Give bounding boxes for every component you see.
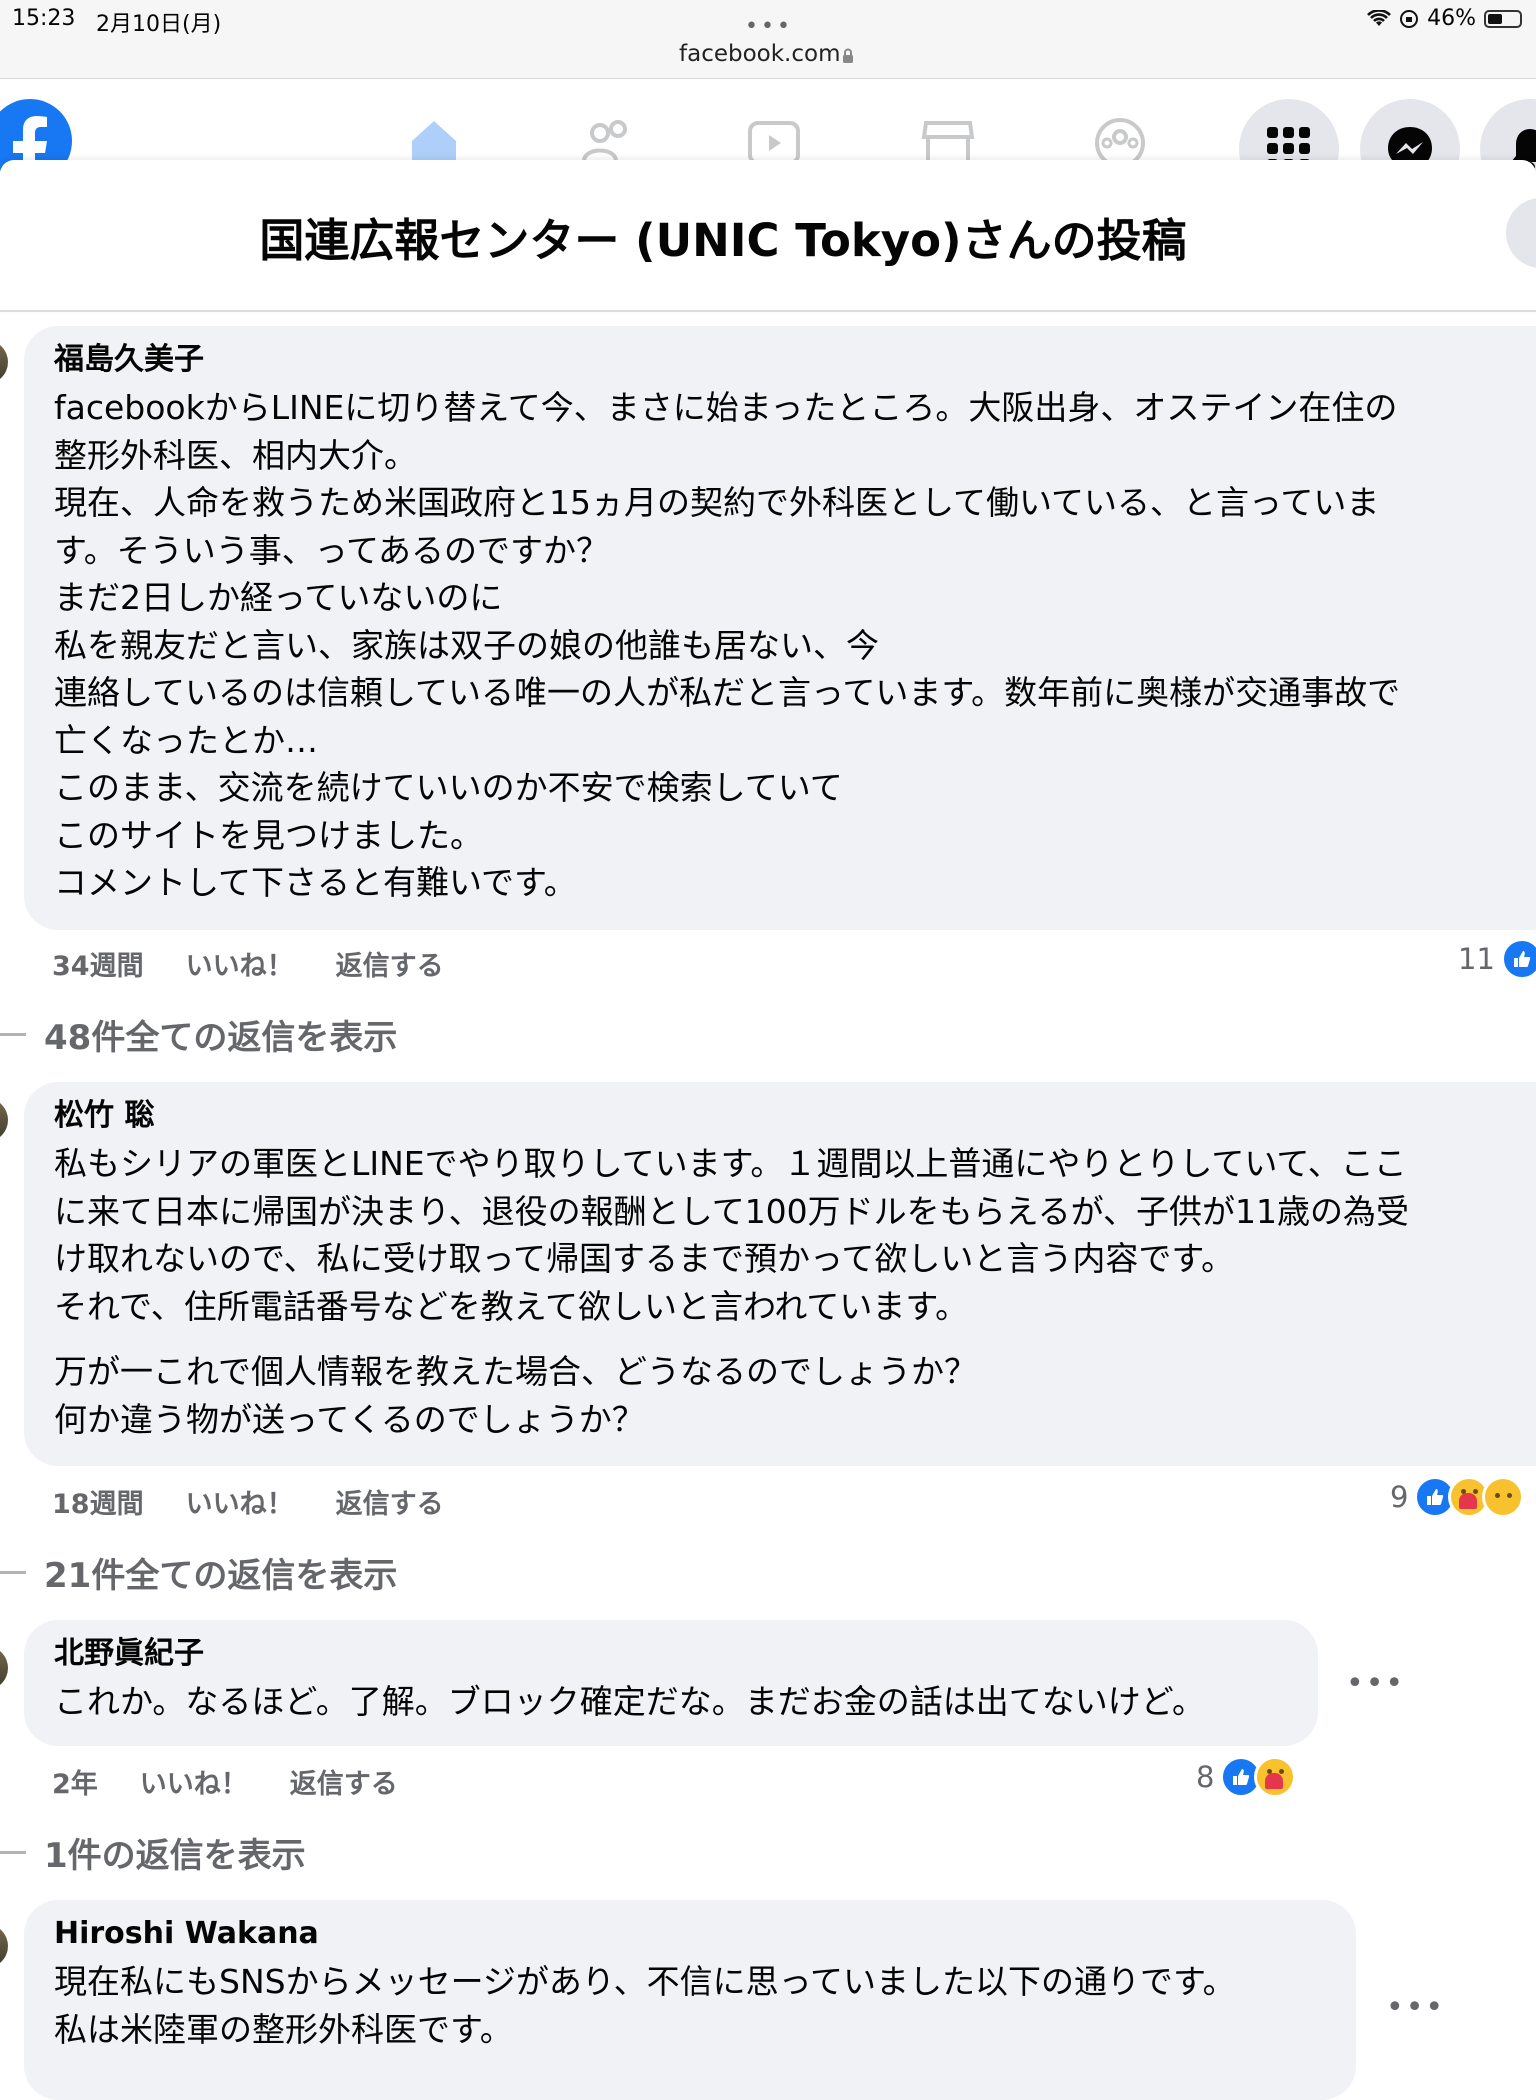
more-options-icon[interactable]: ••• [1386, 1990, 1445, 2025]
comment-text-line: このサイトを見つけました。 [54, 815, 483, 855]
avatar[interactable] [0, 1646, 8, 1690]
reaction-count: 11 [1458, 942, 1495, 976]
comment-author[interactable]: 北野眞紀子 [54, 1634, 1290, 1674]
reaction-count: 9 [1390, 1480, 1409, 1514]
comment-text: facebookからLINEに切り替えて今、まさに始まったところ。大阪出身、オス… [54, 384, 1536, 907]
url-text[interactable]: facebook.com [679, 41, 840, 67]
comment-text-line: それで、住所電話番号などを教えて欲しいと言われています。 [54, 1286, 969, 1326]
comment-text-line: け取れないので、私に受け取って帰国するまで預かって欲しいと言う内容です。 [54, 1239, 1235, 1278]
comment-text-line: 現在、人命を救うため米国政府と15ヵ月の契約で外科医として働いている、と言ってい… [54, 483, 1380, 522]
view-replies-label[interactable]: 48件全ての返信を表示 [44, 1010, 397, 1059]
avatar[interactable] [0, 340, 8, 384]
like-reaction-icon [1500, 938, 1536, 980]
reply-thread-line [0, 1571, 26, 1574]
comment-text-line: facebookからLINEに切り替えて今、まさに始まったところ。大阪出身、オス… [54, 388, 1398, 427]
comment-text: 現在私にもSNSからメッセージがあり、不信に思っていました以下の通りです。 私は米… [54, 1958, 1328, 2053]
comment-text-line: 何か違う物が送ってくるのでしょうか？ [54, 1399, 645, 1439]
status-bar: 15:23 2月10日(月) ••• 46% [0, 0, 1536, 40]
comment-bubble: 福島久美子 facebookからLINEに切り替えて今、まさに始まったところ。大… [24, 326, 1536, 930]
comment-text-line: 私は米陸軍の整形外科医です。 [54, 2009, 513, 2049]
view-replies-link[interactable]: 48件全ての返信を表示 [0, 1010, 397, 1059]
like-button[interactable]: いいね！ [186, 944, 294, 983]
comment-time[interactable]: 18週間 [52, 1482, 144, 1521]
comment-text-line: 連絡しているのは信頼している唯一の人が私だと言っています。数年前に奥様が交通事故… [54, 673, 1401, 712]
reaction-summary[interactable]: 8 [1196, 1756, 1297, 1798]
view-replies-label[interactable]: 21件全ての返信を表示 [44, 1548, 397, 1597]
post-modal-header: 国連広報センター (UNIC Tokyo)さんの投稿 [0, 160, 1536, 312]
comment-text-line: まだ2日しか経っていないのに [54, 578, 503, 617]
comment-text-line: 整形外科医、相内大介。 [54, 435, 417, 475]
address-bar[interactable]: facebook.com [0, 40, 1536, 79]
battery-icon [1484, 9, 1522, 28]
wifi-icon [1367, 9, 1392, 26]
comment-text-line: このまま、交流を続けていいのか不安で検索していて [54, 768, 843, 807]
reply-thread-line [0, 1851, 26, 1854]
comment-actions: 2年 いいね！ 返信する [52, 1762, 398, 1801]
comment-text-line: 亡くなったとか… [54, 720, 318, 760]
reaction-summary[interactable]: 9 [1390, 1476, 1525, 1518]
comment-text-line: に来て日本に帰国が決まり、退役の報酬として100万ドルをもらえるが、子供が11歳… [54, 1191, 1410, 1231]
comment-text-line: 現在私にもSNSからメッセージがあり、不信に思っていました以下の通りです。 [54, 1962, 1236, 2001]
status-time: 15:23 [12, 6, 76, 31]
comment-text-line: 万が一これで個人情報を教えた場合、どうなるのでしょうか？ [54, 1352, 978, 1391]
view-replies-link[interactable]: 1件の返信を表示 [0, 1828, 306, 1877]
avatar[interactable] [0, 1924, 8, 1968]
facebook-nav-bar [0, 79, 1536, 199]
like-button[interactable]: いいね！ [186, 1482, 294, 1521]
reply-button[interactable]: 返信する [336, 1482, 444, 1521]
like-button[interactable]: いいね！ [140, 1762, 248, 1801]
more-options-icon[interactable]: ••• [1346, 1666, 1405, 1701]
comment-author[interactable]: Hiroshi Wakana [54, 1914, 1328, 1954]
multitasking-dots-icon[interactable]: ••• [745, 14, 793, 39]
comment-actions: 34週間 いいね！ 返信する [52, 944, 444, 983]
comment-time[interactable]: 34週間 [52, 944, 144, 983]
reply-button[interactable]: 返信する [290, 1762, 398, 1801]
comment-bubble: 北野眞紀子 これか。なるほど。了解。ブロック確定だな。まだお金の話は出てないけど… [24, 1620, 1318, 1746]
comment-actions: 18週間 いいね！ 返信する [52, 1482, 444, 1521]
status-indicators: 46% [1367, 6, 1522, 31]
modal-title: 国連広報センター (UNIC Tokyo)さんの投稿 [259, 214, 1187, 267]
comment-text-line: コメントして下さると有難いです。 [54, 863, 577, 902]
care-reaction-icon [1254, 1756, 1297, 1798]
avatar[interactable] [0, 1098, 8, 1142]
status-date: 2月10日(月) [96, 12, 222, 37]
comment-text: これか。なるほど。了解。ブロック確定だな。まだお金の話は出てないけど。 [54, 1678, 1290, 1726]
reply-thread-line [0, 1033, 26, 1036]
comment-text-line: これか。なるほど。了解。ブロック確定だな。まだお金の話は出てないけど。 [54, 1682, 1206, 1721]
comment-text-line: す。そういう事、ってあるのですか？ [54, 530, 610, 570]
orientation-lock-icon [1400, 9, 1419, 28]
comment-text: 万が一これで個人情報を教えた場合、どうなるのでしょうか？ 何か違う物が送ってくるの… [54, 1348, 1536, 1443]
view-replies-label[interactable]: 1件の返信を表示 [44, 1828, 306, 1877]
comment-bubble: Hiroshi Wakana 現在私にもSNSからメッセージがあり、不信に思って… [24, 1900, 1356, 2100]
comment-author[interactable]: 福島久美子 [54, 340, 1536, 380]
comment-author[interactable]: 松竹 聡 [54, 1096, 1536, 1136]
comment-bubble: 松竹 聡 私もシリアの軍医とLINEでやり取りしています。１週間以上普通にやりと… [24, 1082, 1536, 1466]
reply-button[interactable]: 返信する [336, 944, 444, 983]
battery-percent: 46% [1427, 6, 1476, 31]
lock-icon [843, 48, 853, 63]
reaction-summary[interactable]: 11 [1458, 938, 1536, 980]
view-replies-link[interactable]: 21件全ての返信を表示 [0, 1548, 397, 1597]
comment-text-line: 私を親友だと言い、家族は双子の娘の他誰も居ない、今 [54, 625, 879, 665]
comment-text: 私もシリアの軍医とLINEでやり取りしています。１週間以上普通にやりとりしていて… [54, 1140, 1536, 1330]
comment-text-line: 私もシリアの軍医とLINEでやり取りしています。１週間以上普通にやりとりしていて… [54, 1144, 1407, 1183]
sad-reaction-icon [1482, 1476, 1525, 1518]
comment-time[interactable]: 2年 [52, 1762, 98, 1801]
reaction-count: 8 [1196, 1760, 1215, 1794]
